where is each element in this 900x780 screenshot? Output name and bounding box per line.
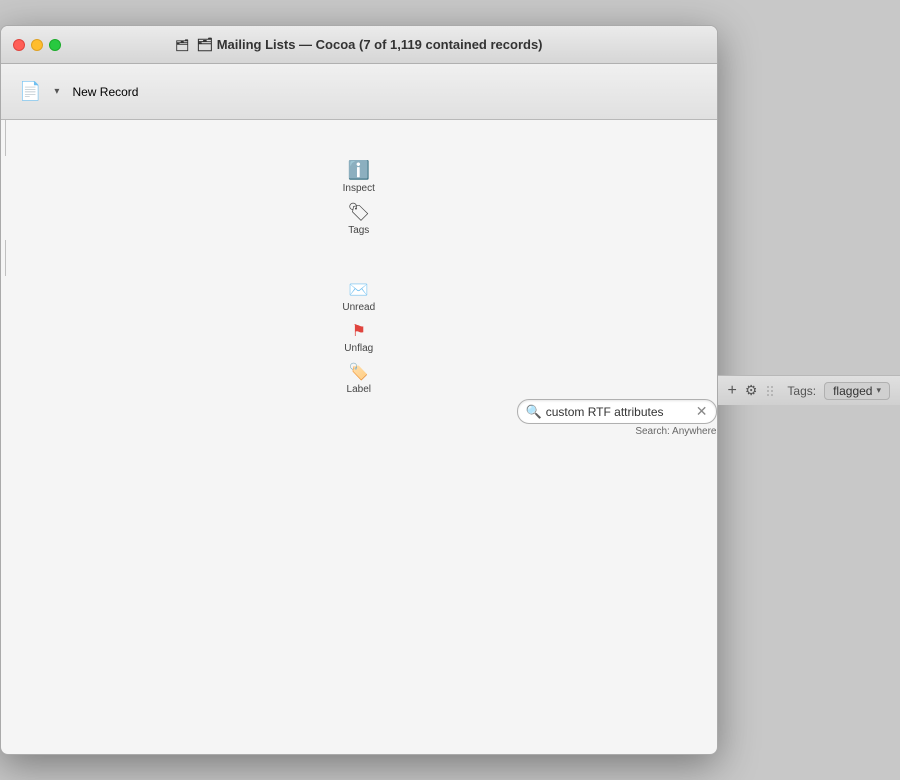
tag-badge[interactable]: flagged ▾ [824, 382, 890, 400]
bottom-bar: + ⚙ Tags: flagged ▾ [718, 375, 900, 405]
inspect-button[interactable]: ℹ️ Inspect [1, 156, 717, 198]
tags-button[interactable]: 🏷 Tags [1, 198, 717, 240]
toolbar: 📄 ▾ New Record [1, 64, 717, 120]
titlebar: 🗂 🗂 Mailing Lists — Cocoa (7 of 1,119 co… [1, 26, 717, 64]
unread-label: Unread [342, 302, 375, 313]
tag-chevron-icon: ▾ [876, 385, 881, 396]
unflag-label: Unflag [344, 343, 373, 354]
tags-label: Tags: [787, 384, 816, 398]
minimize-button[interactable] [31, 39, 43, 51]
unflag-icon: ⚑ [352, 321, 366, 341]
new-record-chevron[interactable]: ▾ [51, 84, 62, 99]
new-record-label: New Record [72, 85, 138, 99]
label-label: Label [347, 384, 371, 395]
new-record-group: 📄 ▾ [9, 77, 62, 106]
tags-icon: 🏷 [347, 202, 370, 223]
toolbar-sep-1 [5, 120, 6, 156]
label-icon: 🏷️ [349, 362, 369, 382]
toolbar-sep-2 [5, 240, 6, 276]
search-scope-label: Search: Anywhere [635, 426, 716, 437]
resize-handle [765, 382, 775, 400]
tags-label: Tags [348, 225, 369, 236]
label-button[interactable]: 🏷️ Label [1, 358, 717, 399]
close-button[interactable] [13, 39, 25, 51]
traffic-lights [13, 39, 61, 51]
search-input[interactable] [546, 405, 696, 419]
gear-button[interactable]: ⚙ [745, 382, 758, 399]
add-button[interactable]: + [728, 382, 737, 400]
maximize-button[interactable] [49, 39, 61, 51]
unflag-button[interactable]: ⚑ Unflag [1, 317, 717, 358]
unread-button[interactable]: ✉️ Unread [1, 276, 717, 317]
unread-icon: ✉️ [349, 280, 369, 300]
search-icon: 🔍 [526, 404, 542, 420]
inspect-icon: ℹ️ [348, 160, 370, 181]
new-record-icon: 📄 [19, 81, 41, 102]
search-input-wrap: 🔍 ✕ [517, 399, 717, 424]
main-window: 🗂 🗂 Mailing Lists — Cocoa (7 of 1,119 co… [0, 25, 718, 755]
tag-value: flagged [833, 384, 872, 398]
new-record-button[interactable]: 📄 [9, 77, 51, 106]
inspect-label: Inspect [343, 183, 375, 194]
title-icon: 🗂 [175, 40, 189, 52]
search-box: 🔍 ✕ Search: Anywhere [517, 399, 717, 437]
window-title: 🗂 🗂 Mailing Lists — Cocoa (7 of 1,119 co… [175, 37, 543, 53]
search-clear-button[interactable]: ✕ [696, 403, 708, 420]
